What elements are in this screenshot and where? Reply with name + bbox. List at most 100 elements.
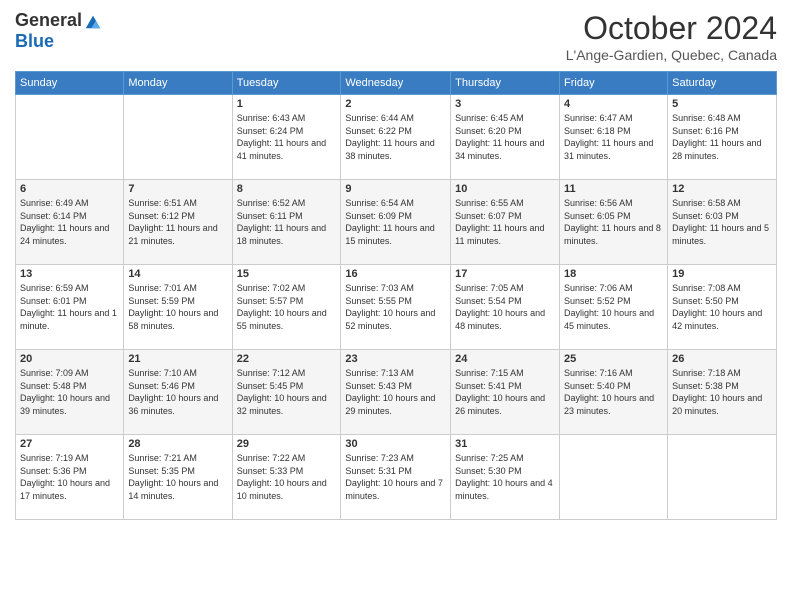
table-row: 20Sunrise: 7:09 AM Sunset: 5:48 PM Dayli… [16,350,124,435]
day-info: Sunrise: 7:16 AM Sunset: 5:40 PM Dayligh… [564,367,663,417]
day-number: 19 [672,268,772,280]
day-info: Sunrise: 7:08 AM Sunset: 5:50 PM Dayligh… [672,282,772,332]
calendar-table: Sunday Monday Tuesday Wednesday Thursday… [15,71,777,520]
table-row [124,95,232,180]
table-row: 7Sunrise: 6:51 AM Sunset: 6:12 PM Daylig… [124,180,232,265]
table-row: 8 Sunrise: 6:52 AM Sunset: 6:11 PM Daylig… [232,180,341,265]
day-number: 29 [237,438,337,450]
calendar-week-2: 6 Sunrise: 6:49 AM Sunset: 6:14 PM Daylig… [16,180,777,265]
table-row: 16 Sunrise: 7:03 AM Sunset: 5:55 PM Dayli… [341,265,451,350]
logo-icon [84,12,102,30]
day-number: 21 [128,353,227,365]
table-row: 23 Sunrise: 7:13 AM Sunset: 5:43 PM Dayli… [341,350,451,435]
day-info: Sunrise: 7:05 AM Sunset: 5:54 PM Dayligh… [455,282,555,332]
table-row: 5Sunrise: 6:48 AM Sunset: 6:16 PM Daylig… [668,95,777,180]
day-info: Sunrise: 6:47 AM Sunset: 6:18 PM Dayligh… [564,112,663,162]
table-row: 14Sunrise: 7:01 AM Sunset: 5:59 PM Dayli… [124,265,232,350]
table-row: 19 Sunrise: 7:08 AM Sunset: 5:50 PM Dayli… [668,265,777,350]
day-info: Sunrise: 7:23 AM Sunset: 5:31 PM Dayligh… [345,452,446,502]
table-row: 29 Sunrise: 7:22 AM Sunset: 5:33 PM Dayli… [232,435,341,520]
day-info: Sunrise: 7:06 AM Sunset: 5:52 PM Dayligh… [564,282,663,332]
day-number: 17 [455,268,555,280]
table-row: 22Sunrise: 7:12 AM Sunset: 5:45 PM Dayli… [232,350,341,435]
col-thursday: Thursday [451,72,560,95]
day-info: Sunrise: 6:54 AM Sunset: 6:09 PM Dayligh… [345,197,446,247]
day-info: Sunrise: 7:22 AM Sunset: 5:33 PM Dayligh… [237,452,337,502]
day-number: 27 [20,438,119,450]
page: General Blue October 2024 L'Ange-Gardien… [0,0,792,612]
day-info: Sunrise: 6:59 AM Sunset: 6:01 PM Dayligh… [20,282,119,332]
month-title: October 2024 [566,10,777,47]
day-number: 24 [455,353,555,365]
day-number: 7 [128,183,227,195]
day-info: Sunrise: 6:55 AM Sunset: 6:07 PM Dayligh… [455,197,555,247]
day-info: Sunrise: 7:25 AM Sunset: 5:30 PM Dayligh… [455,452,555,502]
table-row: 28 Sunrise: 7:21 AM Sunset: 5:35 PM Dayli… [124,435,232,520]
day-number: 2 [345,98,446,110]
day-number: 15 [237,268,337,280]
day-number: 4 [564,98,663,110]
day-number: 16 [345,268,446,280]
table-row: 17 Sunrise: 7:05 AM Sunset: 5:54 PM Dayli… [451,265,560,350]
table-row: 18 Sunrise: 7:06 AM Sunset: 5:52 PM Dayli… [560,265,668,350]
day-number: 28 [128,438,227,450]
calendar-week-5: 27 Sunrise: 7:19 AM Sunset: 5:36 PM Dayli… [16,435,777,520]
table-row: 21 Sunrise: 7:10 AM Sunset: 5:46 PM Dayli… [124,350,232,435]
day-info: Sunrise: 6:49 AM Sunset: 6:14 PM Dayligh… [20,197,119,247]
table-row: 4 Sunrise: 6:47 AM Sunset: 6:18 PM Daylig… [560,95,668,180]
location: L'Ange-Gardien, Quebec, Canada [566,47,777,63]
table-row: 15Sunrise: 7:02 AM Sunset: 5:57 PM Dayli… [232,265,341,350]
day-number: 8 [237,183,337,195]
day-number: 6 [20,183,119,195]
day-info: Sunrise: 7:18 AM Sunset: 5:38 PM Dayligh… [672,367,772,417]
day-info: Sunrise: 6:45 AM Sunset: 6:20 PM Dayligh… [455,112,555,162]
logo-general-text: General [15,10,82,31]
day-info: Sunrise: 6:52 AM Sunset: 6:11 PM Dayligh… [237,197,337,247]
table-row: 10Sunrise: 6:55 AM Sunset: 6:07 PM Dayli… [451,180,560,265]
table-row: 11 Sunrise: 6:56 AM Sunset: 6:05 PM Dayli… [560,180,668,265]
title-section: October 2024 L'Ange-Gardien, Quebec, Can… [566,10,777,63]
day-info: Sunrise: 7:01 AM Sunset: 5:59 PM Dayligh… [128,282,227,332]
calendar-week-1: 1Sunrise: 6:43 AM Sunset: 6:24 PM Daylig… [16,95,777,180]
day-number: 23 [345,353,446,365]
logo-blue-text: Blue [15,31,54,52]
day-number: 26 [672,353,772,365]
day-info: Sunrise: 7:03 AM Sunset: 5:55 PM Dayligh… [345,282,446,332]
day-info: Sunrise: 7:09 AM Sunset: 5:48 PM Dayligh… [20,367,119,417]
table-row: 13Sunrise: 6:59 AM Sunset: 6:01 PM Dayli… [16,265,124,350]
day-number: 31 [455,438,555,450]
table-row: 26 Sunrise: 7:18 AM Sunset: 5:38 PM Dayli… [668,350,777,435]
table-row: 27 Sunrise: 7:19 AM Sunset: 5:36 PM Dayli… [16,435,124,520]
day-number: 11 [564,183,663,195]
day-info: Sunrise: 7:21 AM Sunset: 5:35 PM Dayligh… [128,452,227,502]
table-row: 1Sunrise: 6:43 AM Sunset: 6:24 PM Daylig… [232,95,341,180]
table-row: 12Sunrise: 6:58 AM Sunset: 6:03 PM Dayli… [668,180,777,265]
day-info: Sunrise: 7:15 AM Sunset: 5:41 PM Dayligh… [455,367,555,417]
table-row [668,435,777,520]
table-row: 6 Sunrise: 6:49 AM Sunset: 6:14 PM Daylig… [16,180,124,265]
day-info: Sunrise: 7:13 AM Sunset: 5:43 PM Dayligh… [345,367,446,417]
day-number: 18 [564,268,663,280]
day-info: Sunrise: 7:10 AM Sunset: 5:46 PM Dayligh… [128,367,227,417]
table-row: 2 Sunrise: 6:44 AM Sunset: 6:22 PM Daylig… [341,95,451,180]
calendar-week-3: 13Sunrise: 6:59 AM Sunset: 6:01 PM Dayli… [16,265,777,350]
col-sunday: Sunday [16,72,124,95]
table-row: 9Sunrise: 6:54 AM Sunset: 6:09 PM Daylig… [341,180,451,265]
day-info: Sunrise: 7:19 AM Sunset: 5:36 PM Dayligh… [20,452,119,502]
calendar-week-4: 20Sunrise: 7:09 AM Sunset: 5:48 PM Dayli… [16,350,777,435]
day-number: 12 [672,183,772,195]
day-number: 3 [455,98,555,110]
day-info: Sunrise: 6:56 AM Sunset: 6:05 PM Dayligh… [564,197,663,247]
col-tuesday: Tuesday [232,72,341,95]
col-monday: Monday [124,72,232,95]
table-row: 3 Sunrise: 6:45 AM Sunset: 6:20 PM Daylig… [451,95,560,180]
logo: General Blue [15,10,102,52]
day-number: 30 [345,438,446,450]
header: General Blue October 2024 L'Ange-Gardien… [15,10,777,63]
day-info: Sunrise: 6:44 AM Sunset: 6:22 PM Dayligh… [345,112,446,162]
day-number: 5 [672,98,772,110]
table-row: 31 Sunrise: 7:25 AM Sunset: 5:30 PM Dayli… [451,435,560,520]
table-row: 25 Sunrise: 7:16 AM Sunset: 5:40 PM Dayli… [560,350,668,435]
table-row: 24 Sunrise: 7:15 AM Sunset: 5:41 PM Dayli… [451,350,560,435]
day-number: 25 [564,353,663,365]
